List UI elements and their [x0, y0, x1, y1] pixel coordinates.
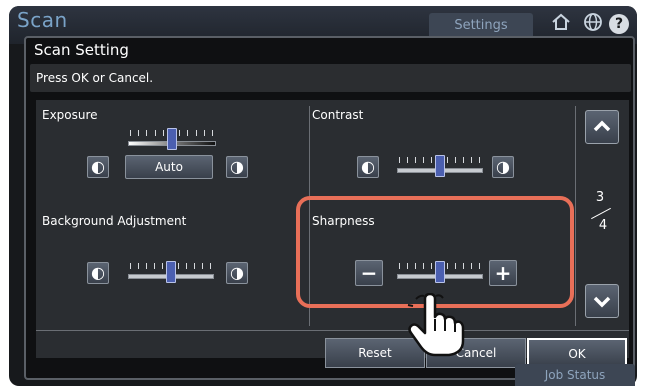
exposure-darker-button[interactable]: ◑: [226, 156, 248, 178]
dialog-title: Scan Setting: [34, 41, 129, 59]
contrast-slider[interactable]: [397, 155, 483, 177]
globe-icon[interactable]: [581, 11, 605, 35]
home-icon[interactable]: [549, 11, 573, 35]
exposure-slider-knob[interactable]: [167, 128, 177, 150]
slider-tick: [407, 157, 408, 163]
total-pages: 4: [598, 218, 608, 233]
slider-tick: [210, 263, 211, 269]
page-up-button[interactable]: [585, 110, 619, 144]
dark-half-moon-icon: ◑: [230, 157, 244, 176]
background-decrease-button[interactable]: ◐: [87, 262, 109, 284]
contrast-slider-knob[interactable]: [435, 155, 445, 177]
dark-half-moon-icon: ◑: [496, 157, 510, 176]
page-down-button[interactable]: [585, 284, 619, 318]
slider-tick: [146, 263, 147, 269]
contrast-decrease-button[interactable]: ◐: [357, 156, 379, 178]
exposure-slider[interactable]: [128, 128, 216, 150]
slider-tick: [138, 263, 139, 269]
exposure-auto-button[interactable]: Auto: [125, 155, 213, 179]
exposure-lighter-button[interactable]: ◐: [87, 156, 109, 178]
slider-tick: [179, 130, 180, 136]
slider-tick: [163, 130, 164, 136]
contrast-increase-button[interactable]: ◑: [492, 156, 514, 178]
divider: [36, 330, 629, 331]
slider-tick: [196, 130, 197, 136]
slider-tick: [479, 157, 480, 163]
slider-tick: [212, 130, 213, 136]
background-slider[interactable]: [128, 261, 214, 283]
slider-tick: [463, 157, 464, 163]
slider-tick: [471, 157, 472, 163]
slider-tick: [178, 263, 179, 269]
slider-tick: [455, 157, 456, 163]
slider-tick: [187, 130, 188, 136]
slider-tick: [138, 130, 139, 136]
chevron-up-icon: [593, 120, 611, 132]
sharpness-highlight-box: [296, 196, 574, 308]
app-title: Scan: [17, 8, 68, 32]
slider-tick: [162, 263, 163, 269]
pointing-hand-icon: [407, 293, 465, 357]
light-half-moon-icon: ◐: [91, 157, 105, 176]
chevron-down-icon: [593, 296, 611, 308]
job-status-button[interactable]: Job Status: [515, 364, 635, 386]
slider-tick: [204, 130, 205, 136]
exposure-label: Exposure: [42, 108, 98, 122]
slider-tick: [423, 157, 424, 163]
slider-tick: [130, 263, 131, 269]
slider-tick: [202, 263, 203, 269]
help-icon[interactable]: ?: [609, 14, 629, 34]
light-half-moon-icon: ◐: [361, 157, 375, 176]
message-bar: Press OK or Cancel.: [30, 64, 631, 92]
slider-tick: [431, 157, 432, 163]
current-page: 3: [595, 190, 605, 205]
slider-tick: [154, 263, 155, 269]
slider-tick: [447, 157, 448, 163]
divider: [575, 106, 576, 326]
slider-tick: [186, 263, 187, 269]
dark-half-moon-icon: ◑: [230, 263, 244, 282]
slider-tick: [130, 130, 131, 136]
background-slider-knob[interactable]: [166, 261, 176, 283]
light-half-moon-icon: ◐: [91, 263, 105, 282]
slider-tick: [146, 130, 147, 136]
background-increase-button[interactable]: ◑: [226, 262, 248, 284]
background-adjustment-label: Background Adjustment: [42, 214, 187, 228]
contrast-label: Contrast: [312, 108, 364, 122]
slider-tick: [194, 263, 195, 269]
slider-tick: [155, 130, 156, 136]
slider-tick: [415, 157, 416, 163]
slider-tick: [399, 157, 400, 163]
